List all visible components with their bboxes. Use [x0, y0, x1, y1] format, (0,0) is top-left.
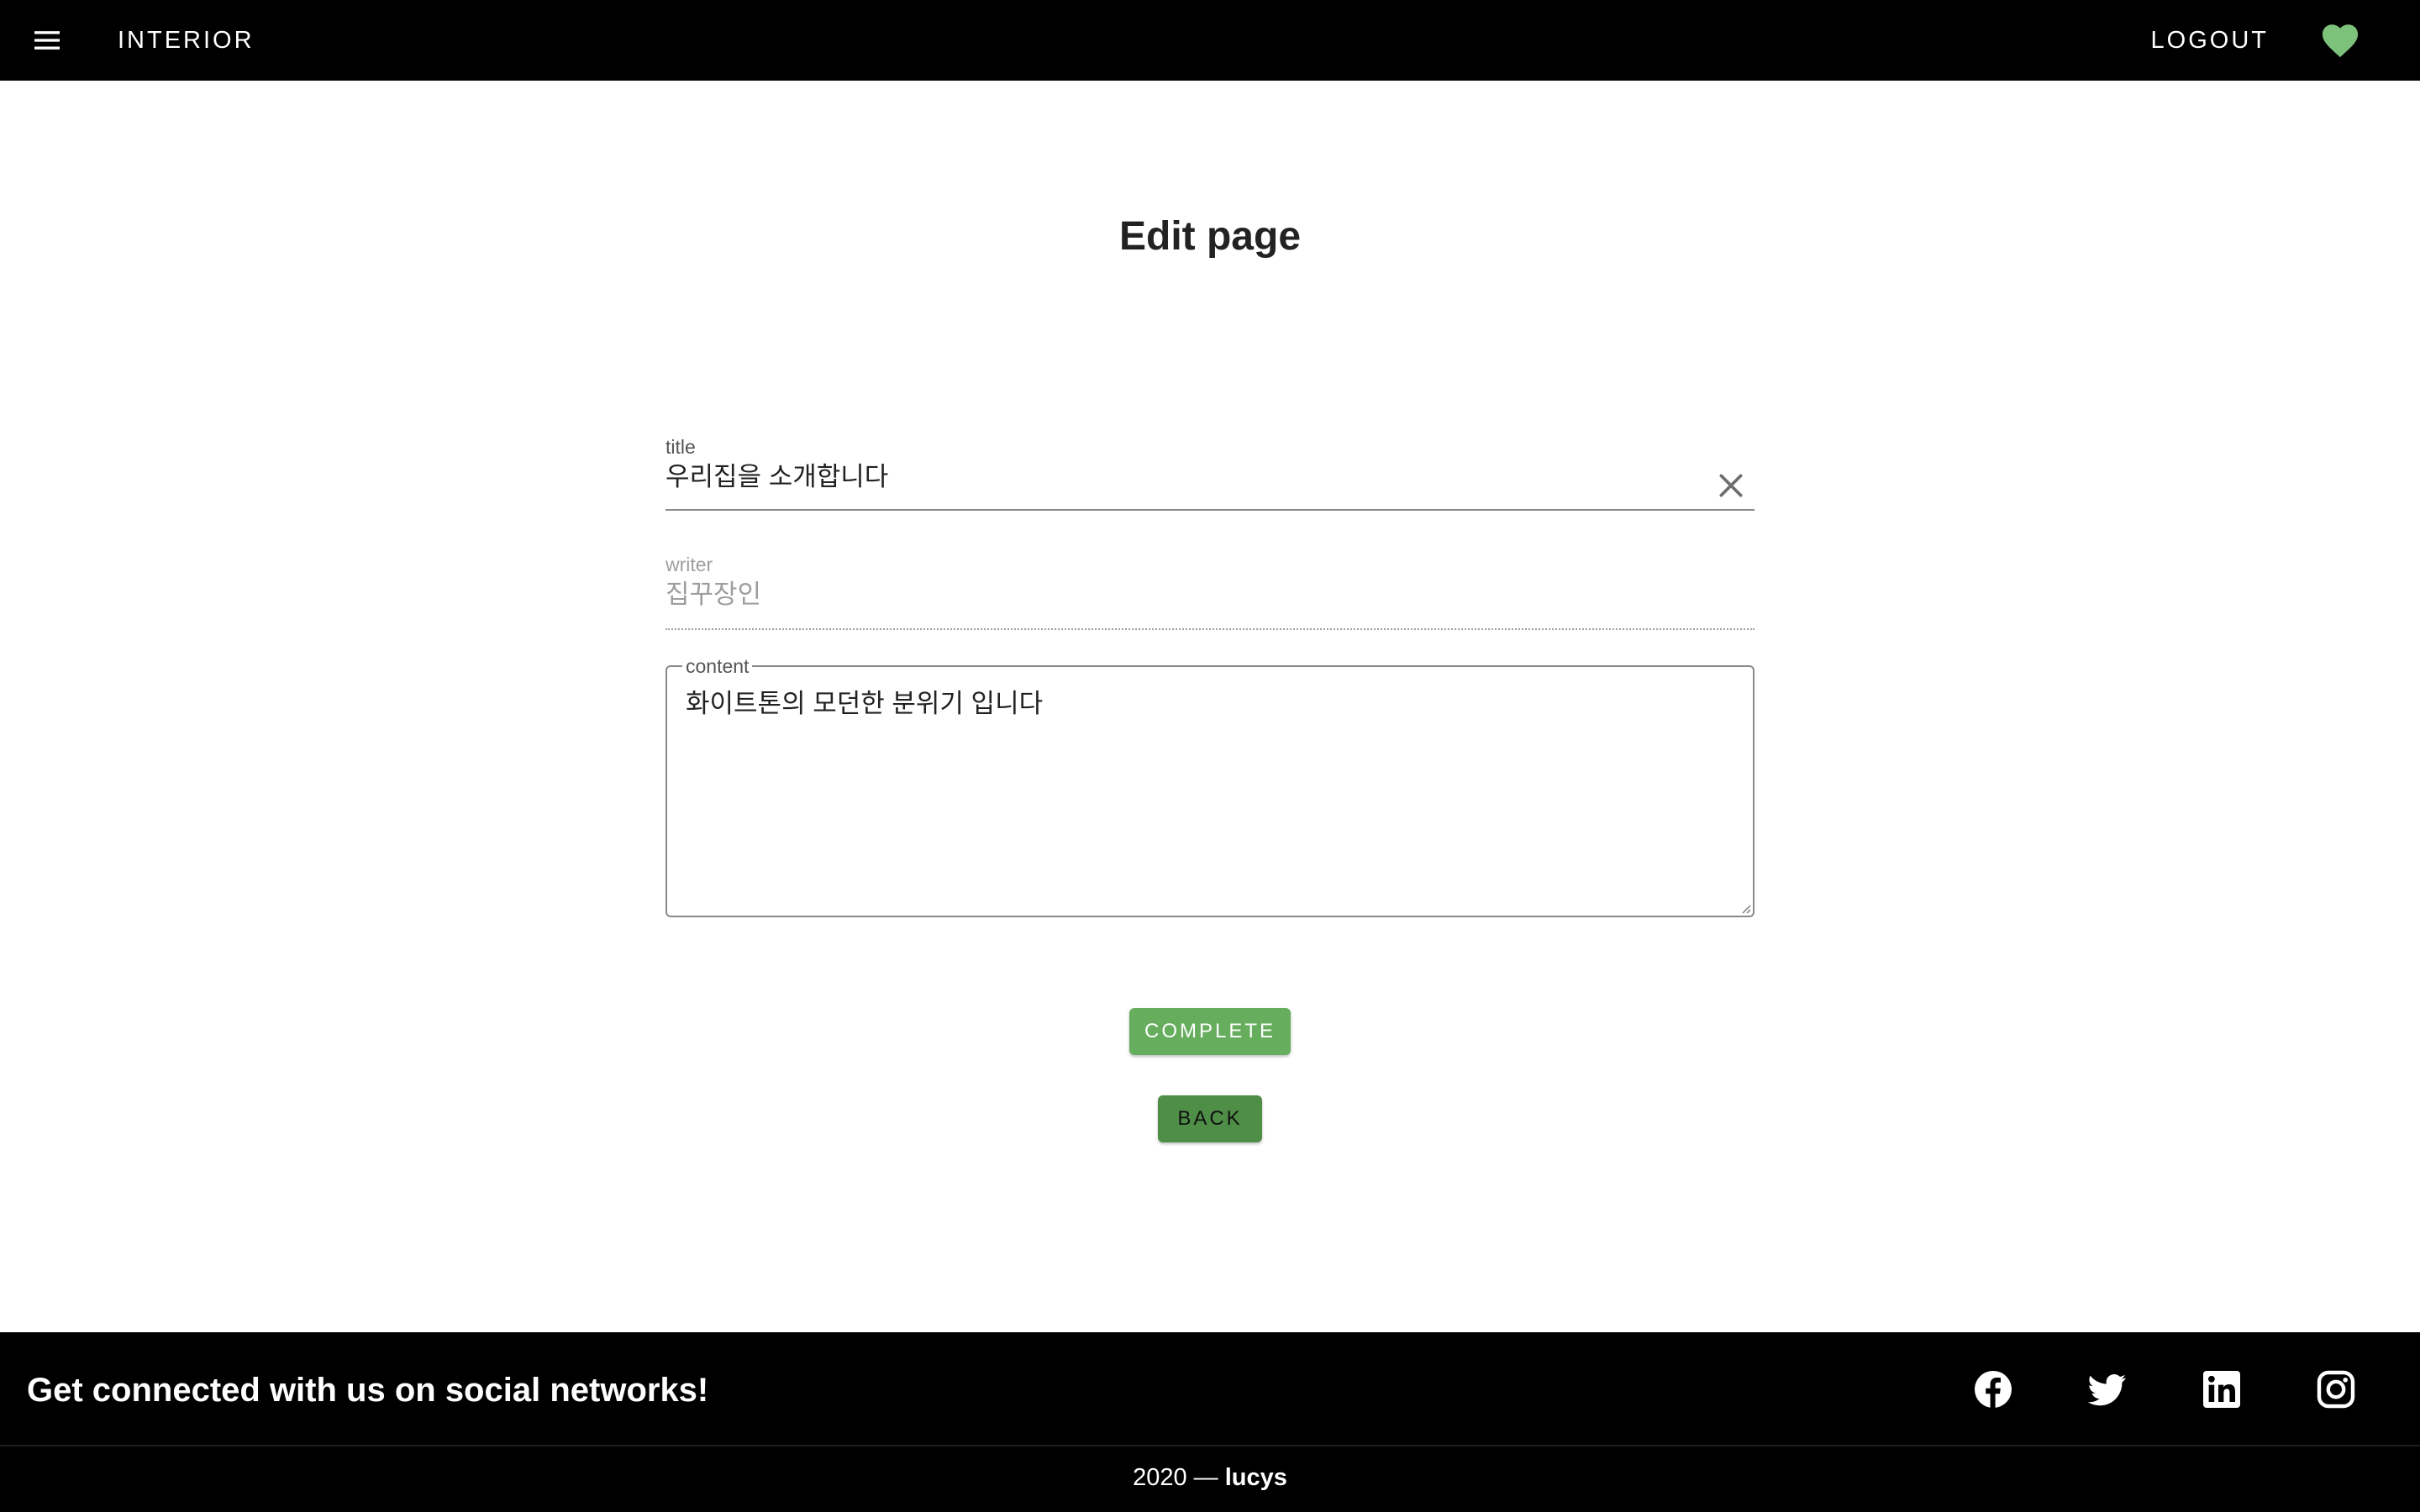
writer-input-disabled: 집꾸장인	[666, 580, 762, 609]
content-text[interactable]: 화이트톤의 모던한 분위기 입니다	[686, 685, 1043, 722]
facebook-link[interactable]	[1973, 1369, 2013, 1410]
page-title: Edit page	[1118, 214, 1302, 259]
content-textarea[interactable]: content 화이트톤의 모던한 분위기 입니다	[666, 655, 1754, 917]
title-field-underline	[666, 509, 1754, 511]
app-title[interactable]: INTERIOR	[118, 25, 255, 55]
writer-field: writer 집꾸장인	[666, 553, 1754, 630]
instagram-link[interactable]	[2316, 1369, 2356, 1410]
menu-button[interactable]	[22, 17, 72, 64]
title-field-label: title	[666, 436, 696, 458]
twitter-icon	[2087, 1374, 2126, 1406]
twitter-link[interactable]	[2087, 1369, 2128, 1410]
title-field[interactable]: title 우리집을 소개합니다	[666, 435, 1754, 511]
linkedin-icon	[2203, 1371, 2240, 1408]
logout-button[interactable]: LOGOUT	[2151, 24, 2269, 57]
favorite-button[interactable]	[2321, 22, 2360, 59]
writer-field-underline	[666, 628, 1754, 630]
back-button[interactable]: BACK	[1158, 1095, 1262, 1142]
facebook-icon	[1975, 1371, 2012, 1408]
instagram-icon	[2317, 1370, 2355, 1409]
footer-tagline: Get connected with us on social networks…	[27, 1372, 709, 1409]
writer-field-label: writer	[666, 554, 713, 575]
hamburger-menu-icon	[34, 31, 60, 50]
complete-button[interactable]: COMPLETE	[1129, 1008, 1291, 1055]
copyright-year: 2020 —	[1133, 1464, 1225, 1491]
heart-icon	[2322, 24, 2359, 58]
footer-social-bar: Get connected with us on social networks…	[0, 1332, 2420, 1446]
resize-handle-icon[interactable]	[1739, 902, 1751, 914]
footer-copyright: 2020 — lucys	[0, 1448, 2420, 1512]
title-input[interactable]: 우리집을 소개합니다	[666, 459, 888, 496]
footer: Get connected with us on social networks…	[0, 1332, 2420, 1512]
linkedin-link[interactable]	[2202, 1369, 2242, 1410]
copyright-author: lucys	[1224, 1464, 1287, 1491]
clear-title-button[interactable]	[1714, 469, 1748, 502]
top-app-bar: INTERIOR LOGOUT	[0, 0, 2420, 81]
content-field-label: content	[682, 655, 753, 677]
close-icon	[1719, 474, 1743, 497]
